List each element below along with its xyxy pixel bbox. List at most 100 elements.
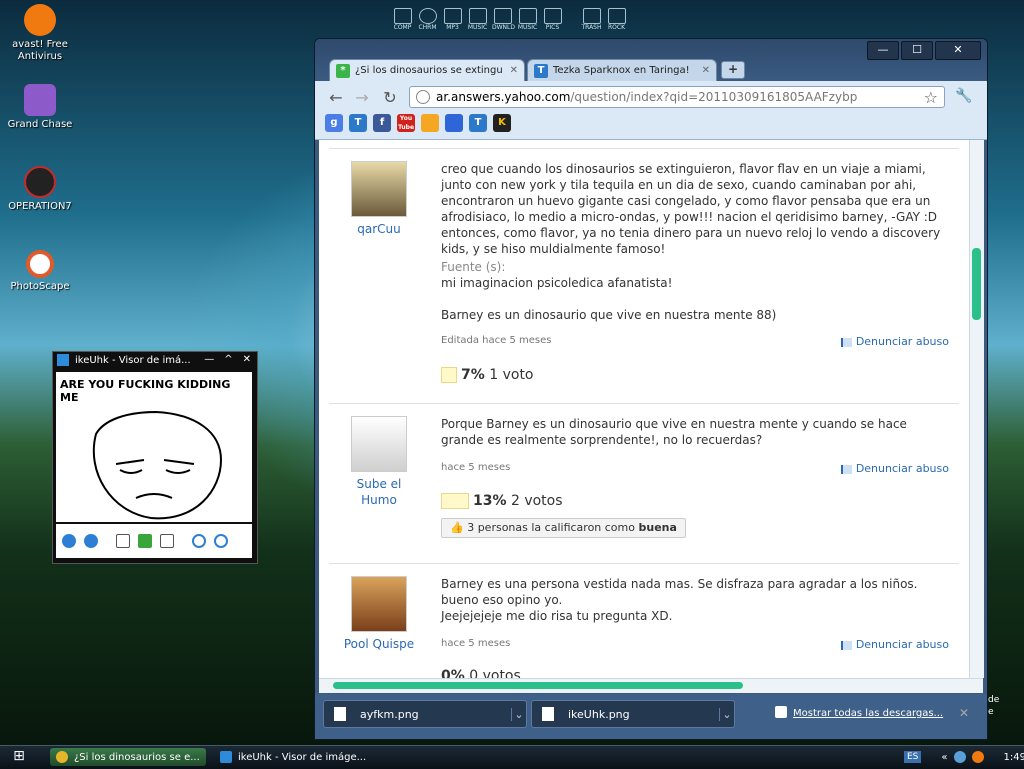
close-tab-icon[interactable]: ✕ xyxy=(702,65,710,76)
bookmark-facebook-icon[interactable]: f xyxy=(373,114,391,132)
dock-music-2[interactable]: MUSIC xyxy=(517,8,538,34)
file-icon xyxy=(542,707,554,721)
url-host: ar.answers.yahoo.com xyxy=(436,90,571,104)
answer-1: qarCuu creo que cuando los dinosaurios s… xyxy=(329,148,959,397)
bookmark-blue-icon[interactable] xyxy=(445,114,463,132)
desktop-icon-operation7[interactable]: OPERATION7 xyxy=(2,166,78,213)
clock[interactable]: 1:49 xyxy=(1004,752,1024,763)
bookmark-taringa-icon-2[interactable]: T xyxy=(469,114,487,132)
source-text: mi imaginacion psicoledica afanatista! xyxy=(441,276,673,290)
wrench-icon[interactable]: 🔧 xyxy=(955,88,972,104)
top-dock: COMP CHRM MP3 MUSIC DWNLD MUSIC PICS TRA… xyxy=(392,8,627,34)
tab-taringa[interactable]: T Tezka Sparknox en Taringa! ✕ xyxy=(527,59,717,81)
bookmark-taringa-icon[interactable]: T xyxy=(349,114,367,132)
scroll-thumb[interactable] xyxy=(972,248,981,320)
flag-icon xyxy=(840,640,852,650)
actual-size-icon[interactable] xyxy=(138,534,152,548)
bookmark-orange-icon[interactable] xyxy=(421,114,439,132)
best-fit-icon[interactable] xyxy=(116,534,130,548)
desktop-icon-label: avast! Free Antivirus xyxy=(12,39,68,62)
minimize-icon[interactable]: — xyxy=(204,354,214,365)
reload-icon[interactable]: ↻ xyxy=(379,88,401,108)
next-icon[interactable] xyxy=(84,534,98,548)
download-icon xyxy=(493,8,512,24)
flag-icon xyxy=(840,464,852,474)
zoom-out-icon[interactable] xyxy=(214,534,228,548)
meme-face-drawing xyxy=(92,410,223,520)
close-icon[interactable]: ✕ xyxy=(243,354,251,365)
close-icon[interactable]: ✕ xyxy=(959,706,969,720)
language-indicator[interactable]: ES xyxy=(904,751,922,763)
vote-bar xyxy=(441,367,457,383)
taringa-t-icon: T xyxy=(534,63,548,78)
dock-mp3[interactable]: MP3 xyxy=(442,8,463,34)
page-content: qarCuu creo que cuando los dinosaurios s… xyxy=(319,140,969,678)
system-tray: ES « 1:49 xyxy=(904,748,1024,766)
avatar[interactable] xyxy=(351,576,407,632)
new-tab-button[interactable]: + xyxy=(721,61,745,79)
rated-good-badge[interactable]: 👍 3 personas la calificaron como buena xyxy=(441,518,686,538)
vote-summary: 0% 0 votos xyxy=(441,668,521,678)
chevron-up-icon[interactable]: ^ xyxy=(224,354,232,365)
desktop-icon-avast[interactable]: avast! Free Antivirus xyxy=(2,4,78,63)
avast-tray-icon[interactable] xyxy=(971,751,984,763)
report-abuse-link[interactable]: Denunciar abuso xyxy=(840,335,949,348)
tab-yahoo-answers[interactable]: * ¿Si los dinosaurios se extinguieron ✕ xyxy=(329,59,525,81)
file-icon xyxy=(334,707,346,721)
edited-time: Editada hace 5 meses xyxy=(441,335,552,346)
bookmark-star-icon[interactable]: ☆ xyxy=(924,88,938,107)
maximize-button[interactable]: ☐ xyxy=(901,41,933,60)
vertical-scrollbar[interactable] xyxy=(969,140,984,678)
minimize-button[interactable]: — xyxy=(867,41,899,60)
chevron-down-icon[interactable]: ⌄ xyxy=(511,707,526,721)
avatar[interactable] xyxy=(351,161,407,217)
forward-arrow-icon[interactable]: → xyxy=(351,88,373,108)
window-controls: — ☐ ✕ xyxy=(867,41,981,60)
dock-trash[interactable]: TRASH xyxy=(581,8,602,34)
tab-label: ¿Si los dinosaurios se extinguieron xyxy=(355,65,503,76)
dock-chrome[interactable]: CHRM xyxy=(417,8,438,34)
dock-comp[interactable]: COMP xyxy=(392,8,413,34)
report-abuse-link[interactable]: Denunciar abuso xyxy=(840,638,949,651)
desktop-icon-grand-chase[interactable]: Grand Chase xyxy=(2,84,78,131)
report-abuse-link[interactable]: Denunciar abuso xyxy=(840,462,949,475)
download-item[interactable]: ayfkm.png ⌄ xyxy=(323,700,527,728)
previous-icon[interactable] xyxy=(62,534,76,548)
avatar[interactable] xyxy=(351,416,407,472)
network-icon[interactable] xyxy=(953,751,966,763)
avast-icon xyxy=(24,4,56,36)
back-arrow-icon[interactable]: ← xyxy=(325,88,347,108)
horizontal-scrollbar[interactable] xyxy=(319,678,983,693)
scroll-thumb[interactable] xyxy=(333,682,743,689)
username[interactable]: qarCuu xyxy=(337,221,421,237)
dock-pics[interactable]: PICS xyxy=(542,8,563,34)
chevron-left-icon[interactable]: « xyxy=(941,752,947,763)
bookmark-google-icon[interactable]: g xyxy=(325,114,343,132)
taskbar-item-chrome[interactable]: ¿Si los dinosaurios se e... xyxy=(50,748,206,766)
show-all-downloads-link[interactable]: Mostrar todas las descargas... xyxy=(793,708,943,719)
chrome-window: — ☐ ✕ * ¿Si los dinosaurios se extinguie… xyxy=(314,38,988,740)
username[interactable]: Pool Quispe xyxy=(337,636,421,652)
dock-rock[interactable]: ROCK xyxy=(606,8,627,34)
chevron-down-icon[interactable]: ⌄ xyxy=(719,707,734,721)
dock-download[interactable]: DWNLD xyxy=(492,8,515,34)
desktop-icon-photoscape[interactable]: PhotoScape xyxy=(2,250,78,293)
bookmark-youtube-icon[interactable]: You Tube xyxy=(397,114,415,132)
download-item[interactable]: ikeUhk.png ⌄ xyxy=(531,700,735,728)
vote-percent: 0% xyxy=(441,668,465,678)
answer-3: Pool Quispe Barney es una persona vestid… xyxy=(329,563,959,678)
taskbar-item-viewer[interactable]: ikeUhk - Visor de imáge... xyxy=(214,748,374,766)
answer-text: Barney es una persona vestida nada mas. … xyxy=(441,577,918,623)
username[interactable]: Sube el Humo xyxy=(337,476,421,508)
start-button[interactable]: ⊞ xyxy=(4,748,34,766)
dock-music[interactable]: MUSIC xyxy=(467,8,488,34)
bookmark-k-icon[interactable]: K xyxy=(493,114,511,132)
address-bar[interactable]: ar.answers.yahoo.com /question/index?qid… xyxy=(409,86,945,108)
close-button[interactable]: ✕ xyxy=(935,41,981,60)
slideshow-icon[interactable] xyxy=(160,534,174,548)
viewer-titlebar: ikeUhk - Visor de imá... xyxy=(57,354,191,366)
source-label: Fuente (s): xyxy=(441,260,506,274)
close-tab-icon[interactable]: ✕ xyxy=(510,65,518,76)
zoom-in-icon[interactable] xyxy=(192,534,206,548)
answer-time: hace 5 meses xyxy=(441,638,511,649)
